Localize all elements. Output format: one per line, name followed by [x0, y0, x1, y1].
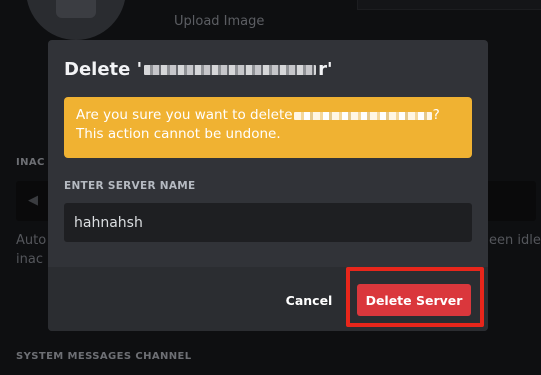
warning-text-line2: This action cannot be undone. [76, 126, 281, 142]
upload-image-label: Upload Image [174, 14, 265, 29]
server-name-field-label: ENTER SERVER NAME [64, 180, 196, 192]
delete-server-button[interactable]: Delete Server [357, 284, 471, 316]
redacted-server-name-warning [293, 111, 432, 120]
inactive-channel-section-label: INAC [16, 157, 45, 168]
inactive-description-line1: Auto [16, 233, 47, 248]
inactive-description-line2: inac [16, 252, 43, 267]
modal-title-prefix: Delete ' [64, 59, 143, 80]
cancel-button[interactable]: Cancel [272, 285, 346, 315]
speaker-icon: ◀ [28, 193, 38, 208]
inactive-description-right: een idle fo [489, 233, 541, 248]
modal-title: Delete ' r' [64, 59, 333, 80]
top-right-card [357, 0, 541, 10]
server-name-input[interactable] [64, 203, 472, 242]
server-icon-avatar [26, 0, 126, 40]
delete-server-modal: Delete ' r' Are you sure you want to del… [48, 40, 488, 331]
warning-notice: Are you sure you want to delete ? This a… [64, 97, 472, 158]
warning-text-suffix: ? [432, 107, 440, 123]
modal-footer: Cancel Delete Server [48, 267, 488, 331]
system-messages-channel-label: SYSTEM MESSAGES CHANNEL [16, 351, 192, 362]
modal-title-suffix: r' [318, 59, 333, 80]
redacted-server-name [144, 64, 317, 75]
warning-text-prefix: Are you sure you want to delete [76, 107, 293, 123]
